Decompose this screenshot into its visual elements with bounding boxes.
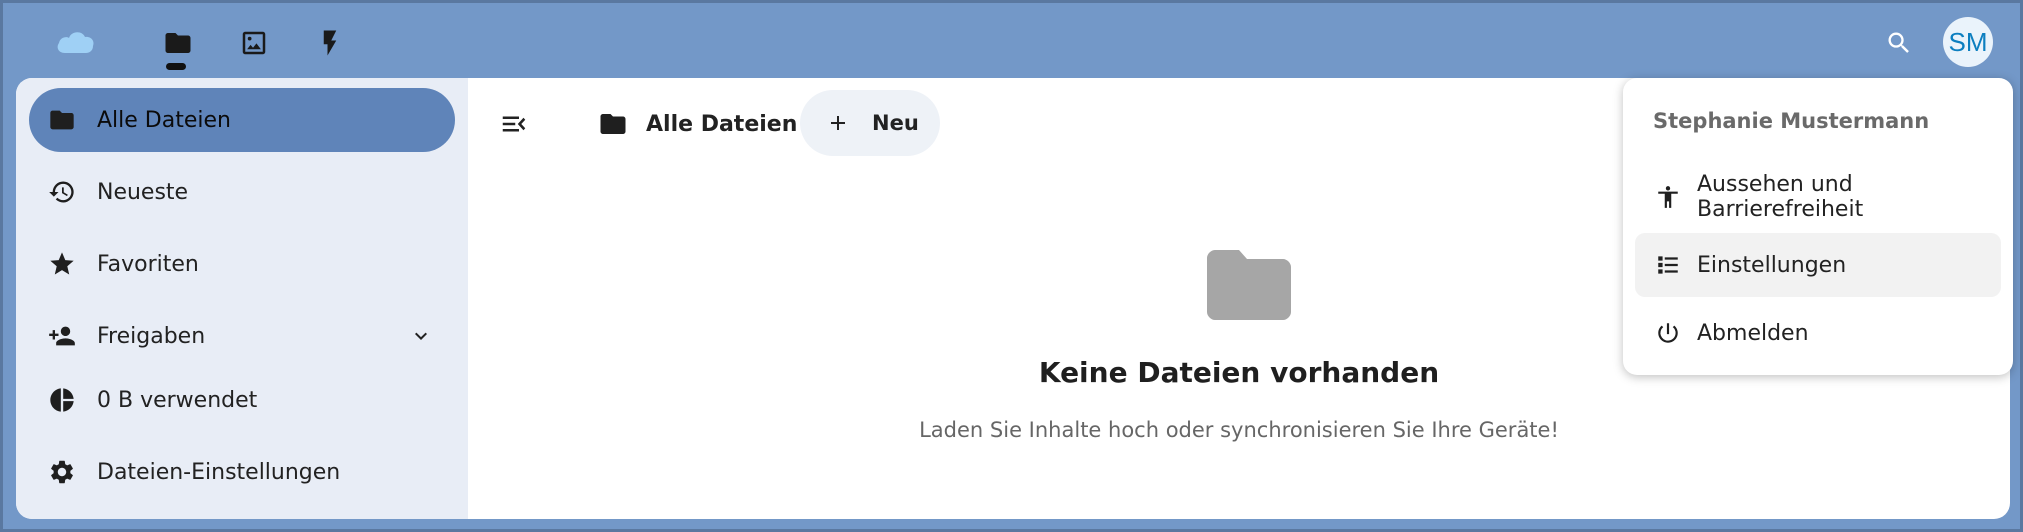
star-icon [47,249,77,279]
active-app-indicator [166,63,186,70]
search-button[interactable] [1879,23,1919,63]
menu-collapse-icon [499,109,529,139]
menu-item-label: Einstellungen [1697,252,1847,278]
chevron-down-icon[interactable] [409,324,433,348]
settings-list-icon [1655,252,1697,278]
share-user-icon [47,321,77,351]
toggle-navigation-button[interactable] [496,106,532,142]
user-display-name: Stephanie Mustermann [1653,109,1930,133]
history-icon [47,177,77,207]
menu-item-label: Aussehen und Barrierefreiheit [1697,172,1864,222]
sidebar-item-all-files[interactable]: Alle Dateien [29,88,455,152]
breadcrumb-label: Alle Dateien [646,111,798,137]
sidebar-item-label: Neueste [97,179,189,205]
search-icon [1885,29,1913,57]
sidebar-item-label: Favoriten [97,251,199,277]
photos-app-button[interactable] [232,23,276,63]
window-frame: SM Alle Dateien Neueste Favoriten Freiga… [0,0,2023,532]
menu-item-label: Abmelden [1697,320,1809,346]
pie-chart-icon [47,385,77,415]
folder-icon [598,109,646,139]
sidebar-item-recent[interactable]: Neueste [29,160,455,224]
menu-item-settings[interactable]: Einstellungen [1635,233,2001,297]
folder-icon [47,105,77,135]
empty-state-description: Laden Sie Inhalte hoch oder synchronisie… [919,418,1559,442]
activity-app-button[interactable] [308,23,352,63]
top-header: SM [3,3,2020,78]
sidebar: Alle Dateien Neueste Favoriten Freigaben [16,78,468,519]
gear-icon [47,457,77,487]
new-button-label: Neu [872,111,919,135]
cloud-logo-icon[interactable] [55,27,95,55]
user-menu-dropdown: Stephanie Mustermann Aussehen und Barrie… [1623,78,2013,375]
power-icon [1655,320,1697,346]
sidebar-item-label: 0 B verwendet [97,387,258,413]
empty-folder-icon [1207,250,1291,320]
sidebar-item-label: Dateien-Einstellungen [97,459,341,485]
folder-icon [163,28,193,58]
sidebar-item-storage-used[interactable]: 0 B verwendet [29,368,455,432]
sidebar-item-shares[interactable]: Freigaben [29,304,455,368]
breadcrumb[interactable]: Alle Dateien [598,100,797,148]
image-icon [239,28,269,58]
plus-icon [826,111,872,135]
menu-item-logout[interactable]: Abmelden [1635,301,2001,365]
menu-item-appearance-accessibility[interactable]: Aussehen und Barrierefreiheit [1635,165,2001,229]
sidebar-item-favorites[interactable]: Favoriten [29,232,455,296]
user-avatar[interactable]: SM [1943,17,1993,67]
new-button[interactable]: Neu [800,90,940,156]
sidebar-item-files-settings[interactable]: Dateien-Einstellungen [29,440,455,504]
files-app-button[interactable] [156,23,200,63]
lightning-icon [315,28,345,58]
sidebar-item-label: Freigaben [97,323,206,349]
accessibility-icon [1655,184,1697,210]
sidebar-item-label: Alle Dateien [97,107,231,133]
